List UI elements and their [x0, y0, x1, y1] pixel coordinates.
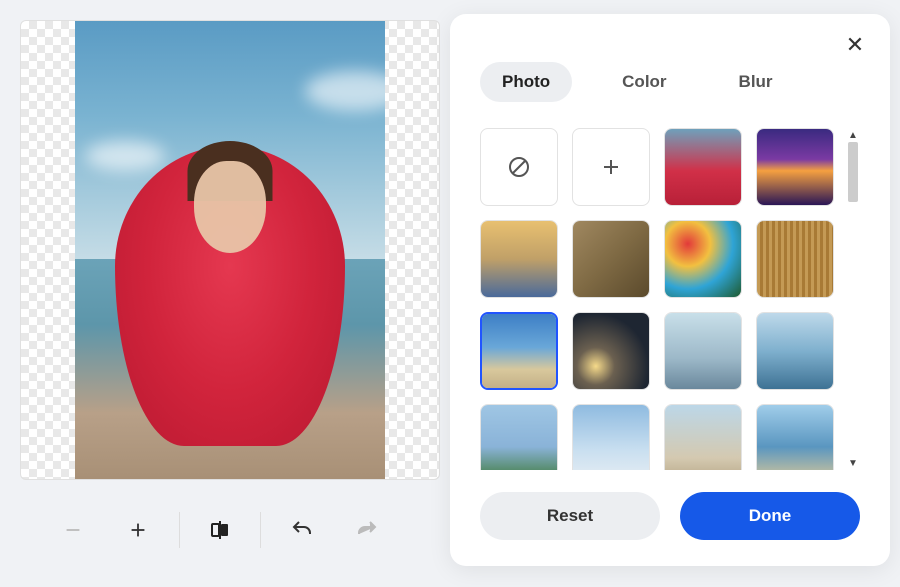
none-icon	[507, 155, 531, 179]
compare-button[interactable]	[195, 505, 245, 555]
thumb-preview	[482, 314, 556, 388]
add-background-thumb[interactable]	[572, 128, 650, 206]
scroll-down-button[interactable]: ▼	[846, 456, 860, 470]
plus-icon	[599, 155, 623, 179]
minus-icon	[62, 519, 84, 541]
background-thumb-coast-beach[interactable]	[756, 404, 834, 470]
thumb-preview	[665, 221, 741, 297]
background-thumb-purple-sunset-horizon[interactable]	[756, 128, 834, 206]
preview-image[interactable]	[75, 21, 385, 479]
zoom-in-button[interactable]	[113, 505, 163, 555]
thumb-preview	[481, 221, 557, 297]
background-thumb-night-bokeh-city[interactable]	[572, 312, 650, 390]
tab-color[interactable]: Color	[600, 62, 688, 102]
background-thumb-city-sunrise[interactable]	[480, 220, 558, 298]
tab-photo[interactable]: Photo	[480, 62, 572, 102]
undo-icon	[290, 518, 314, 542]
toolbar-divider	[179, 512, 180, 548]
background-thumb-gold-stripes[interactable]	[756, 220, 834, 298]
thumb-preview	[573, 313, 649, 389]
reset-button[interactable]: Reset	[480, 492, 660, 540]
background-thumb-cafe-street[interactable]	[572, 220, 650, 298]
background-thumbnail-grid	[480, 128, 846, 470]
thumb-preview	[665, 405, 741, 470]
thumb-preview	[665, 129, 741, 205]
compare-icon	[208, 518, 232, 542]
background-thumb-graffiti-wall[interactable]	[664, 220, 742, 298]
background-panel: ✕ Photo Color Blur ▲ ▼ Reset Done	[450, 14, 890, 566]
close-button[interactable]: ✕	[840, 30, 870, 60]
background-thumb-skyline-shanghai[interactable]	[664, 312, 742, 390]
thumb-preview	[573, 405, 649, 470]
close-icon: ✕	[846, 32, 864, 58]
scroll-track[interactable]	[846, 142, 860, 456]
thumb-preview	[757, 129, 833, 205]
thumb-preview	[757, 313, 833, 389]
action-row: Reset Done	[480, 492, 860, 540]
background-thumb-mountain-green[interactable]	[480, 404, 558, 470]
redo-button[interactable]	[342, 505, 392, 555]
zoom-out-button[interactable]	[48, 505, 98, 555]
thumb-preview	[481, 405, 557, 470]
toolbar-divider	[260, 512, 261, 548]
thumb-preview	[757, 405, 833, 470]
background-thumb-skyline-chicago[interactable]	[756, 312, 834, 390]
scroll-thumb[interactable]	[848, 142, 858, 202]
tab-blur[interactable]: Blur	[717, 62, 795, 102]
undo-button[interactable]	[277, 505, 327, 555]
thumb-preview	[573, 221, 649, 297]
background-thumb-snowy-mountains[interactable]	[572, 404, 650, 470]
plus-icon	[127, 519, 149, 541]
canvas-transparency-area[interactable]	[20, 20, 440, 480]
no-background-thumb[interactable]	[480, 128, 558, 206]
redo-icon	[355, 518, 379, 542]
background-thumb-beach-shore[interactable]	[480, 312, 558, 390]
background-thumb-city-domes[interactable]	[664, 404, 742, 470]
done-button[interactable]: Done	[680, 492, 860, 540]
scroll-up-button[interactable]: ▲	[846, 128, 860, 142]
canvas-toolbar	[20, 500, 420, 560]
background-thumb-portrait-red-scarf[interactable]	[664, 128, 742, 206]
thumb-preview	[757, 221, 833, 297]
editor-left-panel	[0, 0, 420, 587]
background-tabs: Photo Color Blur	[480, 62, 860, 102]
scrollbar[interactable]: ▲ ▼	[846, 128, 860, 470]
thumb-preview	[665, 313, 741, 389]
